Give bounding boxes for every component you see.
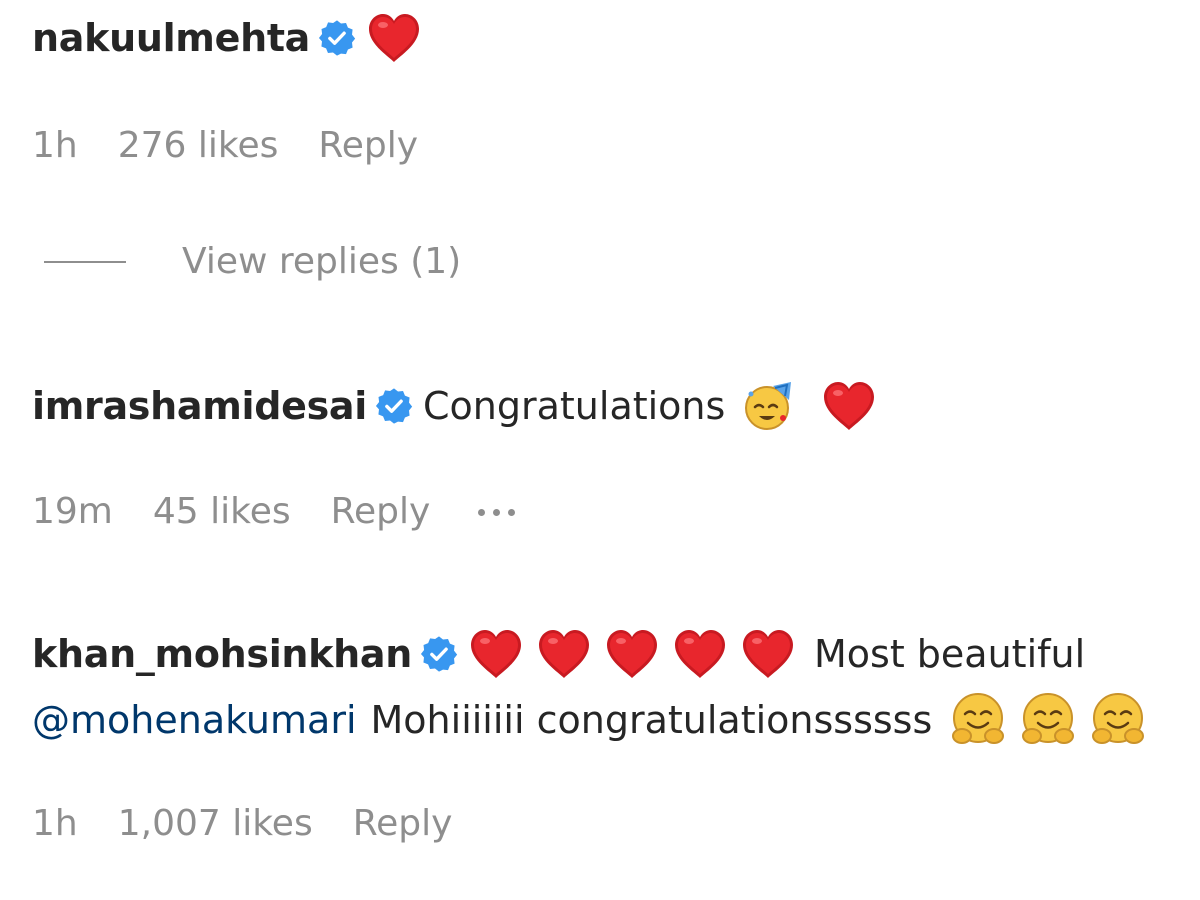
comment-meta-1: 1h 276 likes Reply bbox=[32, 124, 458, 168]
verified-badge-icon bbox=[318, 19, 356, 57]
comment-username[interactable]: khan_mohsinkhan bbox=[32, 630, 412, 678]
view-replies-label: View replies (1) bbox=[182, 241, 462, 282]
comment-body-3: khan_mohsinkhan Most beautiful bbox=[32, 628, 1085, 680]
reply-button[interactable]: Reply bbox=[318, 124, 418, 168]
red-heart-emoji-icon bbox=[604, 628, 660, 680]
comment-meta-3: 1h 1,007 likes Reply bbox=[32, 802, 492, 846]
comment-text-continued: Mohiiiiiii congratulationssssss bbox=[370, 698, 933, 742]
view-replies-button[interactable]: View replies (1) bbox=[44, 240, 461, 284]
comment-username[interactable]: nakuulmehta bbox=[32, 14, 310, 62]
replies-divider-line bbox=[44, 261, 126, 263]
hugging-face-emoji-icon bbox=[950, 692, 1006, 748]
comment-likes[interactable]: 276 likes bbox=[118, 124, 279, 168]
comment-likes[interactable]: 45 likes bbox=[153, 490, 291, 534]
comment-meta-2: 19m 45 likes Reply bbox=[32, 490, 555, 534]
comment-body-2: imrashamidesai Congratulations bbox=[32, 380, 889, 432]
hugging-face-emoji-icon bbox=[1090, 692, 1146, 748]
comment-body-3-line-2: @mohenakumari Mohiiiiiii congratulations… bbox=[32, 692, 1160, 748]
verified-badge-icon bbox=[375, 387, 413, 425]
reply-button[interactable]: Reply bbox=[331, 490, 431, 534]
comment-body-1: nakuulmehta bbox=[32, 12, 434, 64]
comment-username[interactable]: imrashamidesai bbox=[32, 382, 367, 430]
mention-link[interactable]: @mohenakumari bbox=[32, 696, 357, 744]
reply-button[interactable]: Reply bbox=[353, 802, 453, 846]
comment-text: Most beautiful bbox=[814, 632, 1086, 676]
red-heart-emoji-icon bbox=[536, 628, 592, 680]
hugging-face-emoji-icon bbox=[1020, 692, 1076, 748]
red-heart-emoji-icon bbox=[366, 12, 422, 64]
comment-timestamp[interactable]: 1h bbox=[32, 802, 78, 846]
party-face-emoji-icon bbox=[743, 380, 795, 432]
comment-likes[interactable]: 1,007 likes bbox=[118, 802, 313, 846]
red-heart-emoji-icon bbox=[821, 380, 877, 432]
more-options-icon[interactable] bbox=[478, 508, 516, 516]
red-heart-emoji-icon bbox=[740, 628, 796, 680]
comment-text: Congratulations bbox=[423, 384, 726, 428]
comment-timestamp[interactable]: 19m bbox=[32, 490, 113, 534]
comment-timestamp[interactable]: 1h bbox=[32, 124, 78, 168]
red-heart-emoji-icon bbox=[672, 628, 728, 680]
red-heart-emoji-icon bbox=[468, 628, 524, 680]
verified-badge-icon bbox=[420, 635, 458, 673]
